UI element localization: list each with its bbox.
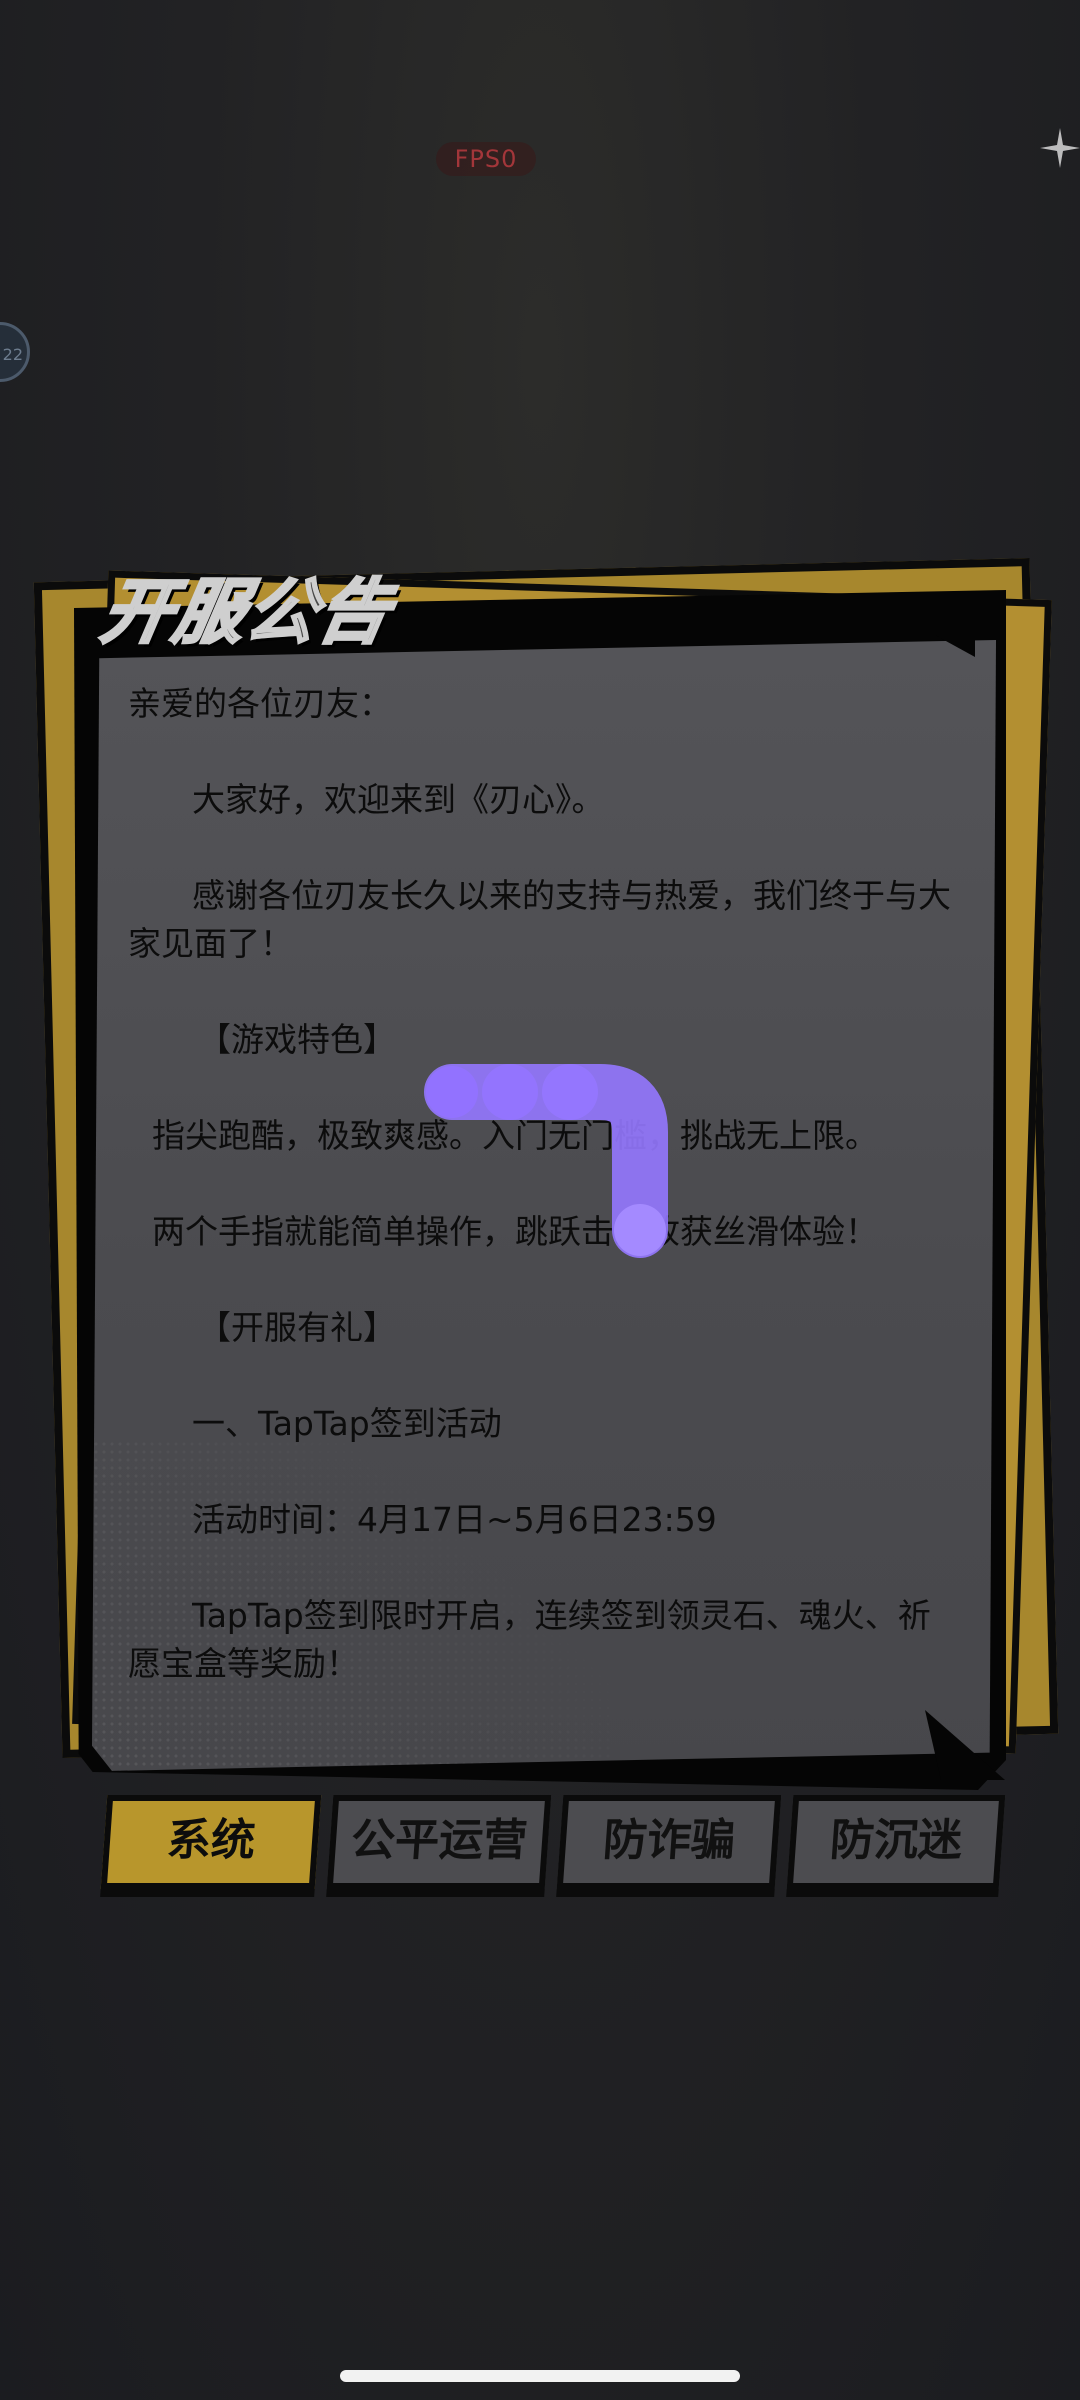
announcement-title: 开服公告 (94, 570, 399, 655)
welcome-text: 大家好，欢迎来到《刃心》。 (192, 780, 605, 819)
event-title: 一、TapTap签到活动 (192, 1404, 502, 1443)
panel-corner-decor (935, 635, 975, 657)
tab-anti-addiction[interactable]: 防沉迷 (786, 1795, 1006, 1889)
tab-system[interactable]: 系统 (100, 1795, 322, 1889)
thanks-text: 感谢各位刃友长久以来的支持与热爱，我们终于与大家见面了！ (128, 876, 951, 963)
event-description: TapTap签到限时开启，连续签到领灵石、魂火、祈愿宝盒等奖励！ (128, 1596, 931, 1683)
tab-fair-operation[interactable]: 公平运营 (326, 1795, 552, 1889)
event-time: 活动时间：4月17日~5月6日23:59 (192, 1500, 717, 1539)
side-floating-button[interactable]: 22 (0, 322, 30, 382)
feature-text-1: 指尖跑酷，极致爽感。入门无门槛，挑战无上限。 (152, 1116, 878, 1155)
section-heading-gifts: 【开服有礼】 (198, 1308, 396, 1347)
game-screen: FPS0 22 开服公告 亲爱的各位刃友： 大家好，欢迎来到《刃心》。 感谢各位… (0, 0, 1080, 2400)
greeting-text: 亲爱的各位刃友： (128, 684, 392, 723)
sparkle-icon (1040, 128, 1080, 168)
fps-counter: FPS0 (436, 142, 536, 176)
home-indicator[interactable] (340, 2370, 740, 2382)
section-heading-features: 【游戏特色】 (198, 1020, 396, 1059)
feature-text-2: 两个手指就能简单操作，跳跃击杀收获丝滑体验！ (152, 1212, 878, 1251)
announcement-content[interactable]: 亲爱的各位刃友： 大家好，欢迎来到《刃心》。 感谢各位刃友长久以来的支持与热爱，… (128, 680, 958, 1736)
tab-anti-fraud[interactable]: 防诈骗 (556, 1795, 782, 1889)
